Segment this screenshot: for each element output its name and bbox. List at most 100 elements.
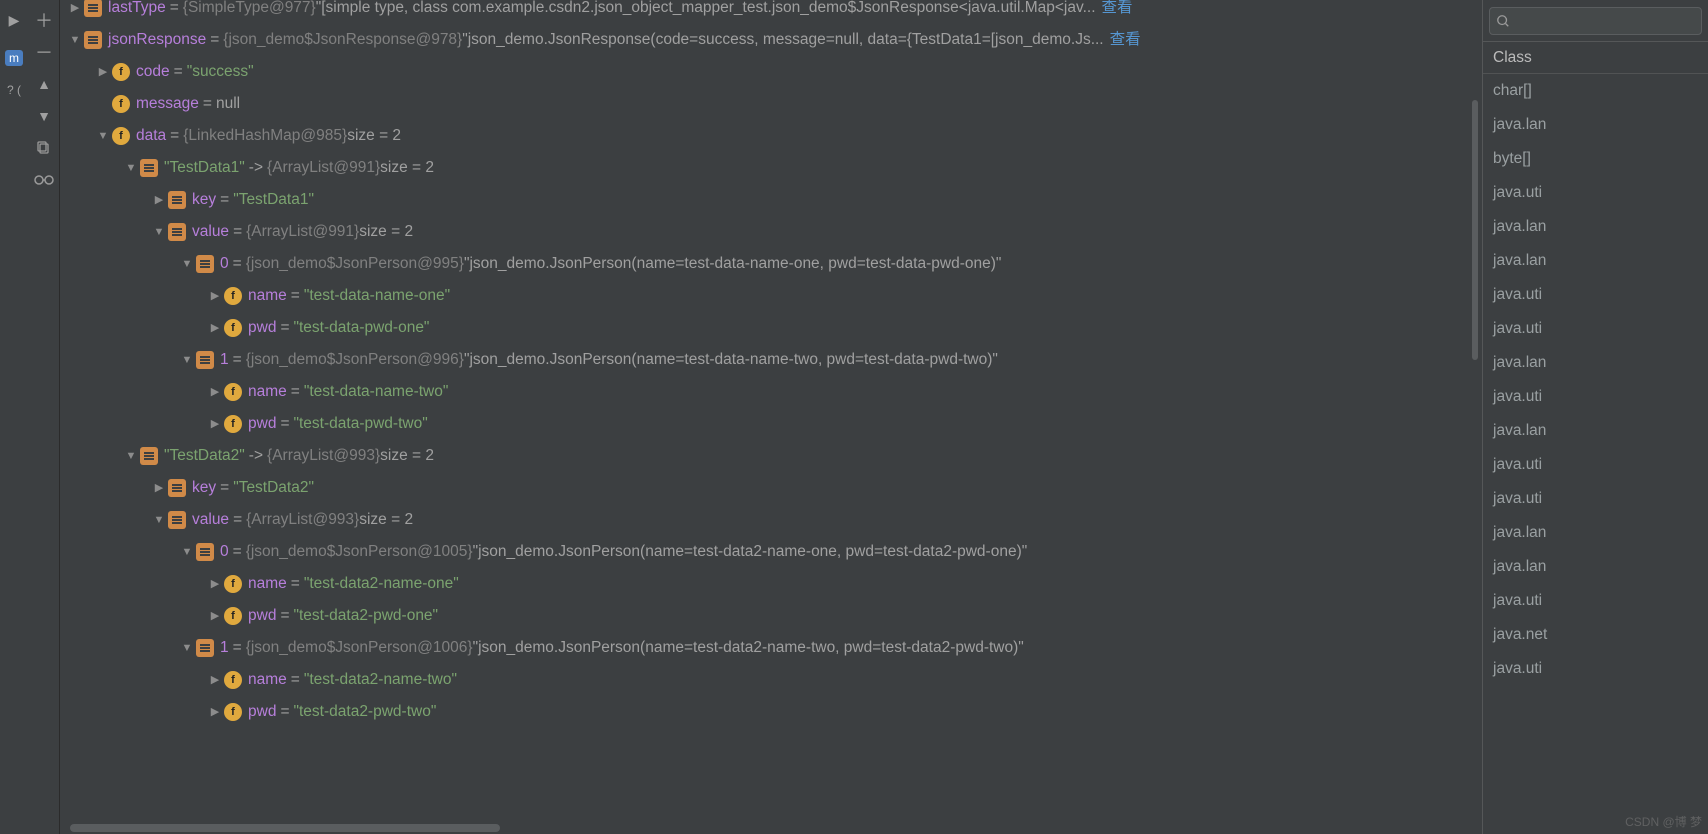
classes-header[interactable]: Class <box>1483 42 1708 74</box>
class-list-item[interactable]: java.lan <box>1483 108 1708 142</box>
type-info: {ArrayList@991} <box>267 152 380 184</box>
type-info: {ArrayList@991} <box>246 216 359 248</box>
down-icon[interactable]: ▼ <box>32 104 56 128</box>
tree-row[interactable]: 1 = {json_demo$JsonPerson@1006} "json_de… <box>60 632 1482 664</box>
glasses-icon[interactable] <box>32 168 56 192</box>
tree-row[interactable]: fpwd = "test-data-pwd-two" <box>60 408 1482 440</box>
class-list[interactable]: char[]java.lanbyte[]java.utijava.lanjava… <box>1483 74 1708 686</box>
expand-toggle-icon[interactable] <box>180 248 194 280</box>
class-list-item[interactable]: java.lan <box>1483 244 1708 278</box>
collection-size: size = 2 <box>380 440 434 472</box>
paren-label: ? ( <box>2 78 26 102</box>
class-list-item[interactable]: byte[] <box>1483 142 1708 176</box>
expand-toggle-icon[interactable] <box>208 664 222 696</box>
expand-toggle-icon[interactable] <box>96 56 110 88</box>
tree-horizontal-scrollbar[interactable] <box>60 822 1470 834</box>
tree-row[interactable]: 0 = {json_demo$JsonPerson@1005} "json_de… <box>60 536 1482 568</box>
equals-sign: = <box>291 664 300 696</box>
tree-row[interactable]: fpwd = "test-data-pwd-one" <box>60 312 1482 344</box>
type-info: {json_demo$JsonPerson@996} <box>246 344 464 376</box>
class-list-item[interactable]: java.lan <box>1483 346 1708 380</box>
class-list-item[interactable]: java.lan <box>1483 414 1708 448</box>
class-search-input[interactable] <box>1489 7 1702 35</box>
tree-row[interactable]: lastType = {SimpleType@977} "[simple typ… <box>60 0 1482 24</box>
tree-row[interactable]: fname = "test-data2-name-one" <box>60 568 1482 600</box>
class-list-item[interactable]: java.uti <box>1483 652 1708 686</box>
play-icon[interactable]: ▶ <box>2 8 26 32</box>
class-list-item[interactable]: java.uti <box>1483 482 1708 516</box>
class-list-item[interactable]: java.net <box>1483 618 1708 652</box>
tree-row[interactable]: fcode = "success" <box>60 56 1482 88</box>
expand-toggle-icon[interactable] <box>152 472 166 504</box>
tree-row[interactable]: fname = "test-data-name-two" <box>60 376 1482 408</box>
expand-toggle-icon[interactable] <box>208 568 222 600</box>
equals-sign: = <box>291 568 300 600</box>
expand-toggle-icon[interactable] <box>96 120 110 152</box>
scroll-thumb[interactable] <box>70 824 500 832</box>
field-icon: f <box>224 319 242 337</box>
variables-tree[interactable]: lastType = {SimpleType@977} "[simple typ… <box>60 0 1482 834</box>
tree-row[interactable]: value = {ArrayList@993} size = 2 <box>60 504 1482 536</box>
tree-row[interactable]: 1 = {json_demo$JsonPerson@996} "json_dem… <box>60 344 1482 376</box>
expand-toggle-icon[interactable] <box>208 280 222 312</box>
class-list-item[interactable]: char[] <box>1483 74 1708 108</box>
up-icon[interactable]: ▲ <box>32 72 56 96</box>
expand-toggle-icon[interactable] <box>152 504 166 536</box>
equals-sign: = <box>170 0 179 24</box>
class-list-item[interactable]: java.uti <box>1483 312 1708 346</box>
view-link[interactable]: 查看 <box>1110 24 1141 56</box>
tostring-value: "json_demo.JsonResponse(code=success, me… <box>462 24 1103 56</box>
expand-toggle-icon[interactable] <box>152 184 166 216</box>
class-list-item[interactable]: java.uti <box>1483 448 1708 482</box>
expand-toggle-icon[interactable] <box>124 440 138 472</box>
equals-sign: = <box>233 536 242 568</box>
expand-toggle-icon[interactable] <box>180 536 194 568</box>
tree-row[interactable]: fpwd = "test-data2-pwd-two" <box>60 696 1482 728</box>
expand-toggle-icon[interactable] <box>208 696 222 728</box>
string-value: "success" <box>187 56 254 88</box>
expand-toggle-icon[interactable] <box>208 376 222 408</box>
expand-toggle-icon[interactable] <box>208 408 222 440</box>
tree-row[interactable]: fname = "test-data2-name-two" <box>60 664 1482 696</box>
class-list-item[interactable]: java.uti <box>1483 278 1708 312</box>
tostring-value: "[simple type, class com.example.csdn2.j… <box>316 0 1096 24</box>
class-list-item[interactable]: java.uti <box>1483 584 1708 618</box>
expand-toggle-icon[interactable] <box>208 312 222 344</box>
tree-row[interactable]: 0 = {json_demo$JsonPerson@995} "json_dem… <box>60 248 1482 280</box>
tree-row[interactable]: fdata = {LinkedHashMap@985} size = 2 <box>60 120 1482 152</box>
class-list-item[interactable]: java.lan <box>1483 516 1708 550</box>
minus-icon[interactable]: － <box>32 40 56 64</box>
copy-icon[interactable] <box>32 136 56 160</box>
tree-row[interactable]: fpwd = "test-data2-pwd-one" <box>60 600 1482 632</box>
expand-toggle-icon[interactable] <box>180 344 194 376</box>
type-info: {json_demo$JsonPerson@1005} <box>246 536 473 568</box>
expand-toggle-icon[interactable] <box>124 152 138 184</box>
view-link[interactable]: 查看 <box>1102 0 1133 24</box>
tree-row[interactable]: jsonResponse = {json_demo$JsonResponse@9… <box>60 24 1482 56</box>
tree-row[interactable]: fmessage = null <box>60 88 1482 120</box>
tree-row[interactable]: "TestData1"->{ArrayList@991} size = 2 <box>60 152 1482 184</box>
collection-size: size = 2 <box>380 152 434 184</box>
class-list-item[interactable]: java.uti <box>1483 176 1708 210</box>
expand-toggle-icon[interactable] <box>208 600 222 632</box>
type-info: {json_demo$JsonResponse@978} <box>223 24 462 56</box>
expand-toggle-icon[interactable] <box>180 632 194 664</box>
type-info: {ArrayList@993} <box>246 504 359 536</box>
watermark: CSDN @博 梦 <box>1625 813 1702 830</box>
class-list-item[interactable]: java.lan <box>1483 210 1708 244</box>
tree-row[interactable]: value = {ArrayList@991} size = 2 <box>60 216 1482 248</box>
expand-toggle-icon[interactable] <box>152 216 166 248</box>
expand-toggle-icon[interactable] <box>68 0 82 24</box>
plus-icon[interactable]: ＋ <box>32 8 56 32</box>
tree-row[interactable]: fname = "test-data-name-one" <box>60 280 1482 312</box>
equals-sign: = <box>291 280 300 312</box>
tree-vertical-scrollbar[interactable] <box>1470 0 1480 834</box>
tree-row[interactable]: "TestData2"->{ArrayList@993} size = 2 <box>60 440 1482 472</box>
tree-row[interactable]: key = "TestData1" <box>60 184 1482 216</box>
class-list-item[interactable]: java.lan <box>1483 550 1708 584</box>
class-list-item[interactable]: java.uti <box>1483 380 1708 414</box>
scroll-thumb[interactable] <box>1472 100 1478 360</box>
variable-name: name <box>248 664 287 696</box>
expand-toggle-icon[interactable] <box>68 24 82 56</box>
tree-row[interactable]: key = "TestData2" <box>60 472 1482 504</box>
